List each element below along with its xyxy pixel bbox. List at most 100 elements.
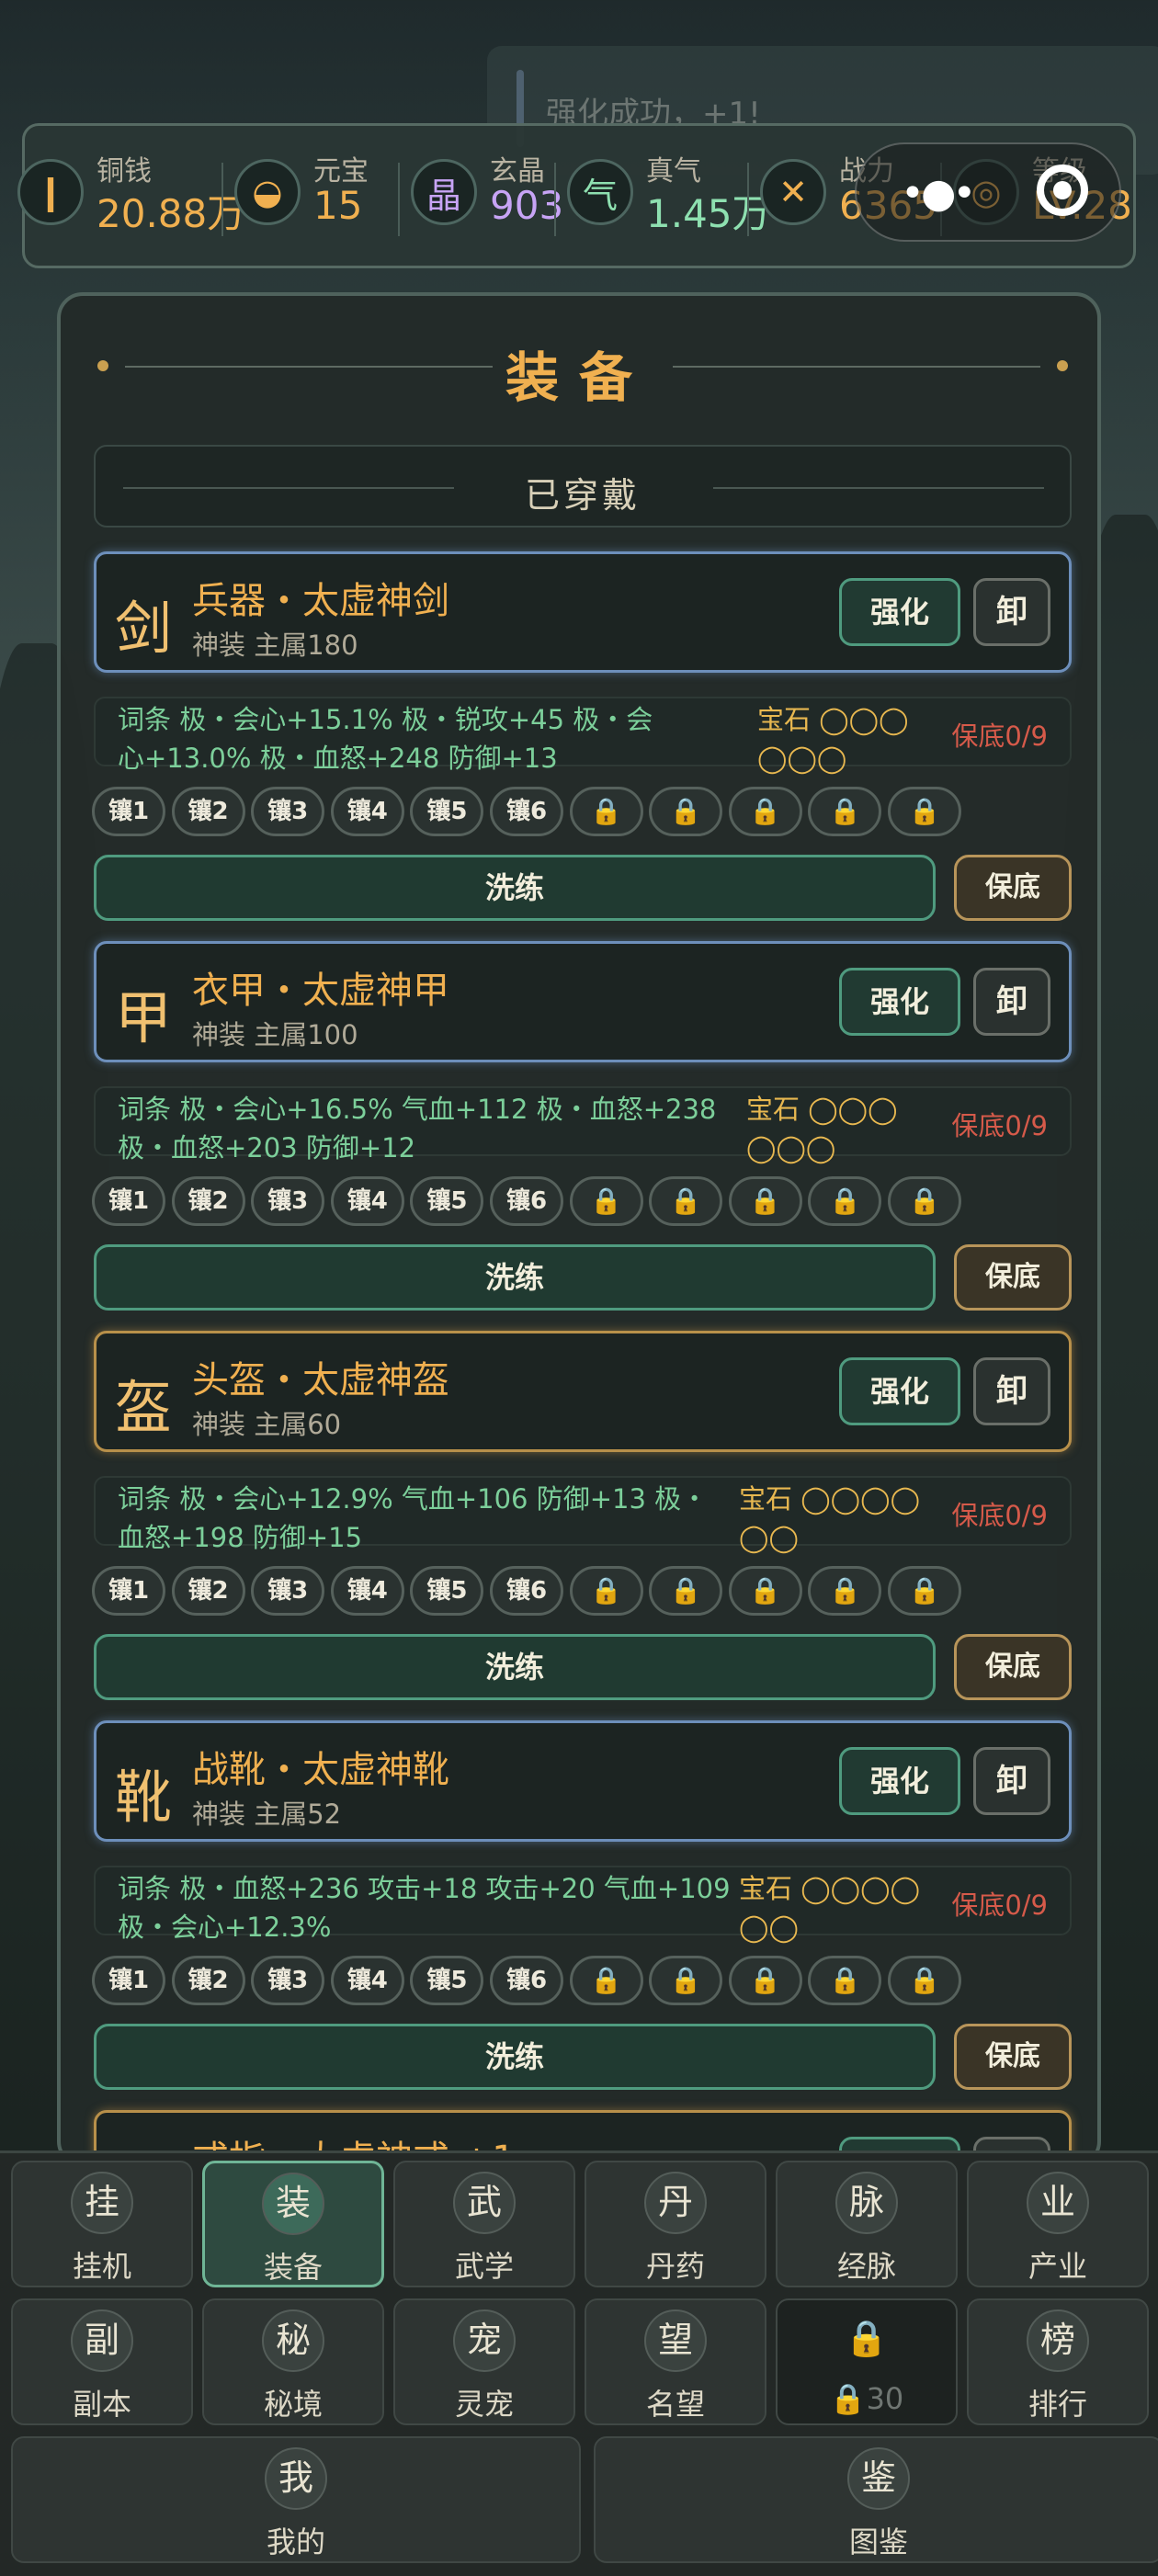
locked-slot[interactable]: 🔒 xyxy=(888,787,961,836)
close-miniprogram-icon[interactable] xyxy=(1037,165,1088,216)
inlay-slot-1[interactable]: 镶1 xyxy=(92,1566,165,1616)
enhance-button[interactable]: 强化 xyxy=(839,1357,960,1425)
inlay-slot-2[interactable]: 镶2 xyxy=(171,1956,245,2005)
equipment-card[interactable]: 靴战靴・太虚神靴 神装 主属52 强化卸 xyxy=(94,1720,1072,1842)
locked-slot[interactable]: 🔒 xyxy=(728,787,802,836)
more-menu-icon[interactable]: •●• xyxy=(901,170,976,217)
nav-dungeon-icon: 副 xyxy=(71,2309,133,2372)
protect-button[interactable]: 保底 xyxy=(954,855,1072,921)
equipment-type-icon: 剑 xyxy=(115,595,173,662)
inlay-slot-6[interactable]: 镶6 xyxy=(490,1176,563,1226)
resource-separator xyxy=(221,163,223,236)
inlay-slot-2[interactable]: 镶2 xyxy=(171,787,245,836)
locked-slot[interactable]: 🔒 xyxy=(649,1176,723,1226)
inlay-slot-1[interactable]: 镶1 xyxy=(92,1956,165,2005)
unequip-button[interactable]: 卸 xyxy=(973,578,1050,646)
locked-slot[interactable]: 🔒 xyxy=(569,1956,643,2005)
locked-slot[interactable]: 🔒 xyxy=(569,787,643,836)
locked-slot[interactable]: 🔒 xyxy=(649,787,723,836)
inlay-slot-5[interactable]: 镶5 xyxy=(410,1176,484,1226)
inlay-slot-2[interactable]: 镶2 xyxy=(171,1176,245,1226)
lock-icon: 🔒 xyxy=(749,796,782,826)
locked-slot[interactable]: 🔒 xyxy=(728,1566,802,1616)
inlay-slot-1[interactable]: 镶1 xyxy=(92,787,165,836)
protect-button[interactable]: 保底 xyxy=(954,1634,1072,1700)
nav-item-industry[interactable]: 业产业 xyxy=(967,2161,1149,2287)
inlay-slot-3[interactable]: 镶3 xyxy=(251,1176,325,1226)
locked-slot[interactable]: 🔒 xyxy=(728,1956,802,2005)
wash-button[interactable]: 洗练 xyxy=(94,1244,936,1311)
inlay-slot-5[interactable]: 镶5 xyxy=(410,1566,484,1616)
equipment-card[interactable]: 甲衣甲・太虚神甲 神装 主属100 强化卸 xyxy=(94,941,1072,1062)
locked-slot[interactable]: 🔒 xyxy=(649,1566,723,1616)
locked-slot[interactable]: 🔒 xyxy=(569,1176,643,1226)
protect-button[interactable]: 保底 xyxy=(954,2024,1072,2090)
gem-line: 宝石 ◯◯◯ xyxy=(757,704,909,735)
nav-item-secret-realm[interactable]: 秘秘境 xyxy=(202,2298,384,2425)
lock-icon: 🔒 xyxy=(590,1575,623,1606)
locked-slot[interactable]: 🔒 xyxy=(728,1176,802,1226)
enhance-button[interactable]: 强化 xyxy=(839,578,960,646)
panel-title: 装备 xyxy=(505,346,653,409)
wash-button[interactable]: 洗练 xyxy=(94,855,936,921)
enhance-button[interactable]: 强化 xyxy=(839,1747,960,1815)
nav-pills-icon: 丹 xyxy=(644,2172,707,2234)
nav-item-codex[interactable]: 鉴图鉴 xyxy=(594,2436,1158,2563)
inlay-slot-3[interactable]: 镶3 xyxy=(251,1956,325,2005)
lock-icon: 🔒 xyxy=(828,1186,861,1216)
miniprogram-capsule[interactable]: •●• xyxy=(855,142,1121,242)
equipment-card[interactable]: 盔头盔・太虚神盔 神装 主属60 强化卸 xyxy=(94,1331,1072,1452)
unequip-button[interactable]: 卸 xyxy=(973,1357,1050,1425)
nav-item-dungeon[interactable]: 副副本 xyxy=(11,2298,193,2425)
locked-slot[interactable]: 🔒 xyxy=(888,1566,961,1616)
locked-slot[interactable]: 🔒 xyxy=(888,1176,961,1226)
nav-item-locked[interactable]: 🔒 🔒30 xyxy=(776,2298,958,2425)
title-ornament-right xyxy=(1057,360,1068,371)
equipment-card[interactable]: 剑兵器・太虚神剑 神装 主属180 强化卸 xyxy=(94,551,1072,673)
locked-slot[interactable]: 🔒 xyxy=(569,1566,643,1616)
lock-icon: 🔒 xyxy=(749,1186,782,1216)
unequip-button[interactable]: 卸 xyxy=(973,1747,1050,1815)
inlay-slot-2[interactable]: 镶2 xyxy=(171,1566,245,1616)
inlay-slot-4[interactable]: 镶4 xyxy=(330,787,404,836)
locked-slot[interactable]: 🔒 xyxy=(808,787,882,836)
guarantee-counter: 保底0/9 xyxy=(951,1110,1048,1141)
locked-slot[interactable]: 🔒 xyxy=(888,1956,961,2005)
locked-slot[interactable]: 🔒 xyxy=(808,1956,882,2005)
locked-slot[interactable]: 🔒 xyxy=(808,1566,882,1616)
nav-item-martial[interactable]: 武武学 xyxy=(393,2161,575,2287)
inlay-slot-6[interactable]: 镶6 xyxy=(490,1566,563,1616)
nav-mine-icon: 我 xyxy=(265,2447,327,2510)
nav-item-meridians[interactable]: 脉经脉 xyxy=(776,2161,958,2287)
nav-item-reputation[interactable]: 望名望 xyxy=(585,2298,766,2425)
inlay-slot-3[interactable]: 镶3 xyxy=(251,1566,325,1616)
nav-meridians-icon: 脉 xyxy=(835,2172,898,2234)
section-header-equipped: 已穿戴 xyxy=(94,445,1072,528)
nav-item-pills[interactable]: 丹丹药 xyxy=(585,2161,766,2287)
lock-icon: 🔒 xyxy=(828,1575,861,1606)
equipment-panel: 装备 已穿戴 剑兵器・太虚神剑 神装 主属180 强化卸词条 极・会心+15.1% … xyxy=(57,292,1101,2167)
locked-slot[interactable]: 🔒 xyxy=(808,1176,882,1226)
inlay-slot-1[interactable]: 镶1 xyxy=(92,1176,165,1226)
nav-item-idle[interactable]: 挂挂机 xyxy=(11,2161,193,2287)
inlay-slot-5[interactable]: 镶5 xyxy=(410,1956,484,2005)
unequip-button[interactable]: 卸 xyxy=(973,968,1050,1036)
inlay-slot-6[interactable]: 镶6 xyxy=(490,1956,563,2005)
locked-slot[interactable]: 🔒 xyxy=(649,1956,723,2005)
wash-button[interactable]: 洗练 xyxy=(94,1634,936,1700)
inlay-slot-5[interactable]: 镶5 xyxy=(410,787,484,836)
nav-item-equipment[interactable]: 装装备 xyxy=(202,2161,384,2287)
nav-item-mine[interactable]: 我我的 xyxy=(11,2436,581,2563)
nav-item-ranking[interactable]: 榜排行 xyxy=(967,2298,1149,2425)
enhance-button[interactable]: 强化 xyxy=(839,968,960,1036)
inlay-slot-3[interactable]: 镶3 xyxy=(251,787,325,836)
inlay-slot-4[interactable]: 镶4 xyxy=(330,1176,404,1226)
wash-button[interactable]: 洗练 xyxy=(94,2024,936,2090)
inlay-slot-6[interactable]: 镶6 xyxy=(490,787,563,836)
nav-item-pets[interactable]: 宠灵宠 xyxy=(393,2298,575,2425)
inlay-slot-4[interactable]: 镶4 xyxy=(330,1956,404,2005)
protect-button[interactable]: 保底 xyxy=(954,1244,1072,1311)
lock-icon: 🔒 xyxy=(828,1965,861,1995)
inlay-slot-4[interactable]: 镶4 xyxy=(330,1566,404,1616)
resource-separator xyxy=(398,163,400,236)
